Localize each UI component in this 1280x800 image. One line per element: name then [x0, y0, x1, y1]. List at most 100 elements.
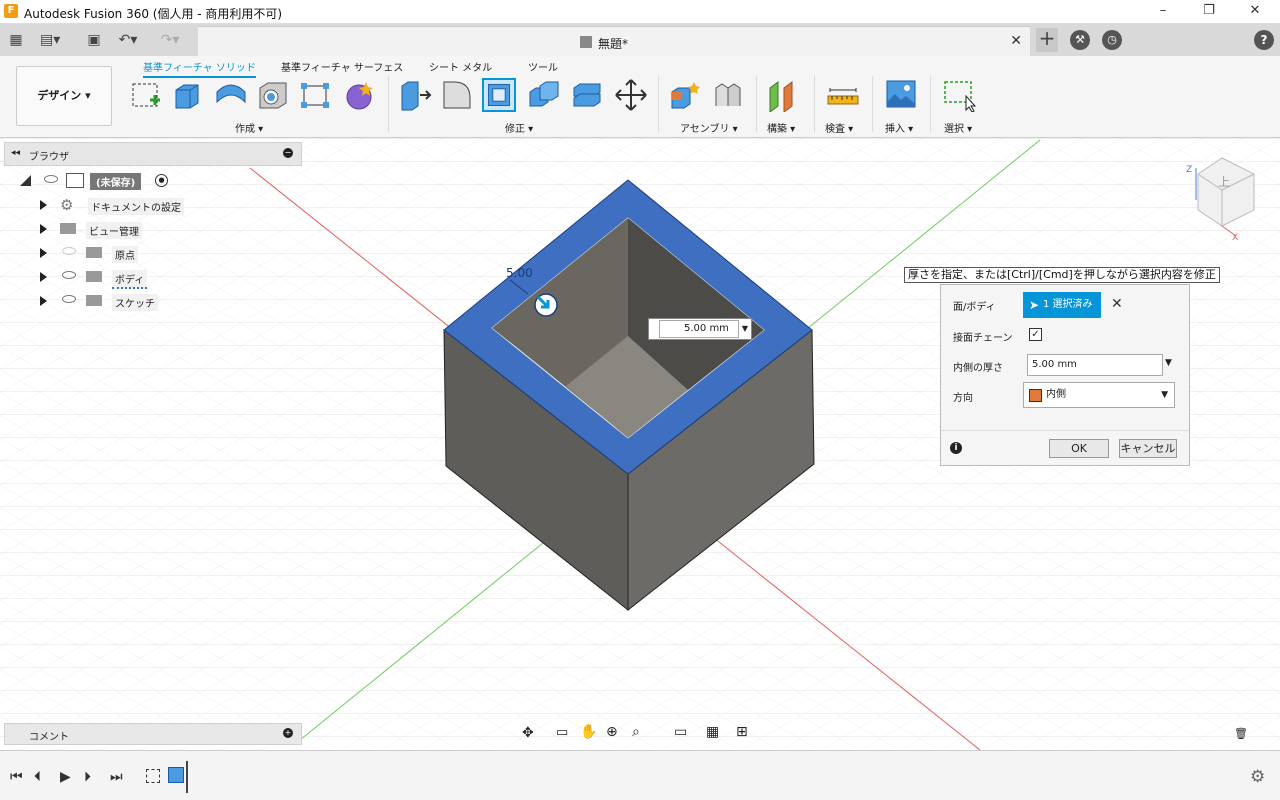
create-group-label[interactable]: 作成 ▾	[235, 120, 263, 135]
split-body-icon[interactable]	[570, 78, 604, 112]
display-settings-icon[interactable]: ▭	[674, 724, 687, 740]
orbit-icon[interactable]: ✥	[522, 725, 534, 741]
workspace-switcher-button[interactable]: デザイン ▾	[16, 66, 112, 126]
tree-item-bodies[interactable]: ボディ	[0, 266, 300, 289]
trash-icon[interactable]: 🗑	[1234, 727, 1248, 740]
zoom-icon[interactable]: ⊕	[606, 724, 618, 740]
file-menu-icon[interactable]: ▤▾	[40, 30, 60, 50]
expand-arrow-icon[interactable]	[40, 296, 47, 306]
manipulator-arrow-icon[interactable]	[534, 293, 558, 317]
visibility-eye-icon[interactable]	[44, 175, 58, 183]
comment-panel[interactable]: コメント +	[4, 723, 302, 745]
save-icon[interactable]: ▣	[84, 30, 104, 50]
extensions-icon[interactable]: ⚒	[1070, 30, 1090, 50]
modify-group-label[interactable]: 修正 ▾	[505, 120, 533, 135]
measure-icon[interactable]	[826, 78, 860, 112]
construct-group-label[interactable]: 構築 ▾	[767, 120, 795, 135]
activate-radio-icon[interactable]: ●	[155, 174, 168, 187]
ok-button[interactable]: OK	[1049, 439, 1109, 458]
collapse-browser-icon[interactable]: ◂◂	[11, 148, 20, 158]
selection-button[interactable]: ➤ 1 選択済み	[1023, 292, 1101, 318]
tree-item-origin[interactable]: 原点	[0, 242, 300, 264]
revolve-icon[interactable]	[214, 78, 248, 112]
look-at-icon[interactable]: ▭	[556, 725, 568, 740]
hole-icon[interactable]	[256, 78, 290, 112]
shell-icon[interactable]	[482, 78, 516, 112]
tab-solid[interactable]: 基準フィーチャ ソリッド	[143, 59, 256, 78]
insert-group-label[interactable]: 挿入 ▾	[885, 120, 913, 135]
inside-thickness-input[interactable]: 5.00 mm	[1027, 354, 1163, 376]
pattern-icon[interactable]	[298, 78, 332, 112]
expand-arrow-icon[interactable]	[40, 272, 47, 282]
info-icon[interactable]: i	[950, 442, 962, 454]
expand-arrow-icon[interactable]	[40, 224, 47, 234]
step-back-icon[interactable]: ⏴	[34, 769, 41, 785]
data-panel-grid-icon[interactable]: ▦	[6, 30, 26, 50]
tangent-chain-checkbox[interactable]: ✓	[1029, 328, 1042, 341]
timeline-marker[interactable]	[186, 761, 188, 793]
window-select-icon[interactable]	[942, 78, 976, 112]
form-icon[interactable]	[342, 78, 376, 112]
visibility-eye-icon[interactable]	[62, 295, 76, 303]
extrude-icon[interactable]	[172, 78, 206, 112]
timeline-extrude-feature-icon[interactable]	[168, 767, 184, 783]
close-window-button[interactable]: ✕	[1240, 2, 1270, 20]
combine-icon[interactable]	[526, 78, 560, 112]
inline-thickness-field[interactable]: 5.00 mm ▼	[648, 318, 752, 340]
tree-item-named-views[interactable]: ビュー管理	[0, 218, 300, 240]
tree-root[interactable]: (未保存) ●	[0, 170, 300, 192]
job-status-icon[interactable]: ◷	[1102, 30, 1122, 50]
hidden-eye-icon[interactable]	[62, 247, 76, 255]
close-tab-icon[interactable]: ✕	[1010, 33, 1022, 49]
browser-panel-header[interactable]: ◂◂ ブラウザ −	[4, 142, 302, 166]
visibility-eye-icon[interactable]	[62, 271, 76, 279]
inline-dropdown-arrow-icon[interactable]: ▼	[742, 319, 748, 339]
clear-selection-icon[interactable]: ✕	[1111, 296, 1123, 312]
inspect-group-label[interactable]: 検査 ▾	[825, 120, 853, 135]
timeline-settings-gear-icon[interactable]: ⚙	[1250, 767, 1265, 787]
inline-thickness-value[interactable]: 5.00 mm	[659, 320, 739, 338]
grid-settings-icon[interactable]: ▦	[706, 724, 719, 740]
help-icon[interactable]: ?	[1254, 30, 1274, 50]
select-group-label[interactable]: 選択 ▾	[944, 120, 972, 135]
step-forward-icon[interactable]: ⏵	[84, 769, 91, 785]
document-tab[interactable]: 無題* ✕	[198, 26, 1030, 56]
tab-surface[interactable]: 基準フィーチャ サーフェス	[281, 59, 403, 74]
insert-image-icon[interactable]	[884, 78, 918, 112]
cancel-button[interactable]: キャンセル	[1119, 439, 1177, 458]
new-component-icon[interactable]	[668, 78, 702, 112]
timeline-sketch-feature-icon[interactable]	[146, 769, 160, 783]
fusion-app-icon: F	[4, 4, 18, 18]
expand-arrow-icon[interactable]	[40, 248, 47, 258]
offset-plane-icon[interactable]	[766, 78, 800, 112]
expand-arrow-icon[interactable]	[40, 200, 47, 210]
direction-select[interactable]: 内側 ▼	[1023, 382, 1175, 408]
go-to-start-icon[interactable]: ⏮	[10, 769, 23, 785]
browser-minimize-icon[interactable]: −	[283, 148, 293, 158]
maximize-button[interactable]: ❐	[1194, 2, 1224, 20]
fillet-icon[interactable]	[440, 78, 474, 112]
tab-sheet-metal[interactable]: シート メタル	[429, 59, 492, 74]
svg-text:Z: Z	[1186, 165, 1192, 175]
go-to-end-icon[interactable]: ⏭	[110, 769, 123, 785]
pan-hand-icon[interactable]: ✋	[580, 724, 597, 740]
play-icon[interactable]: ▶	[60, 769, 71, 785]
thickness-dropdown-icon[interactable]: ▼	[1165, 358, 1172, 368]
add-comment-icon[interactable]: +	[283, 728, 293, 738]
create-sketch-icon[interactable]	[130, 78, 164, 112]
tab-tools[interactable]: ツール	[528, 59, 558, 74]
fit-icon[interactable]: ⌕	[632, 724, 640, 740]
press-pull-icon[interactable]	[398, 78, 432, 112]
redo-icon[interactable]: ↷▾	[160, 30, 180, 50]
viewports-icon[interactable]: ⊞	[736, 724, 748, 740]
joint-icon[interactable]	[710, 78, 744, 112]
new-tab-button[interactable]: +	[1036, 28, 1058, 52]
tree-item-sketches[interactable]: スケッチ	[0, 290, 300, 312]
minimize-button[interactable]: –	[1148, 2, 1178, 20]
undo-icon[interactable]: ↶▾	[118, 30, 138, 50]
assemble-group-label[interactable]: アセンブリ ▾	[680, 120, 738, 135]
expand-arrow-icon[interactable]	[20, 175, 31, 186]
root-component-label[interactable]: (未保存)	[90, 173, 142, 190]
move-copy-icon[interactable]	[614, 78, 648, 112]
tree-item-document-settings[interactable]: ⚙ ドキュメントの設定	[0, 194, 300, 216]
